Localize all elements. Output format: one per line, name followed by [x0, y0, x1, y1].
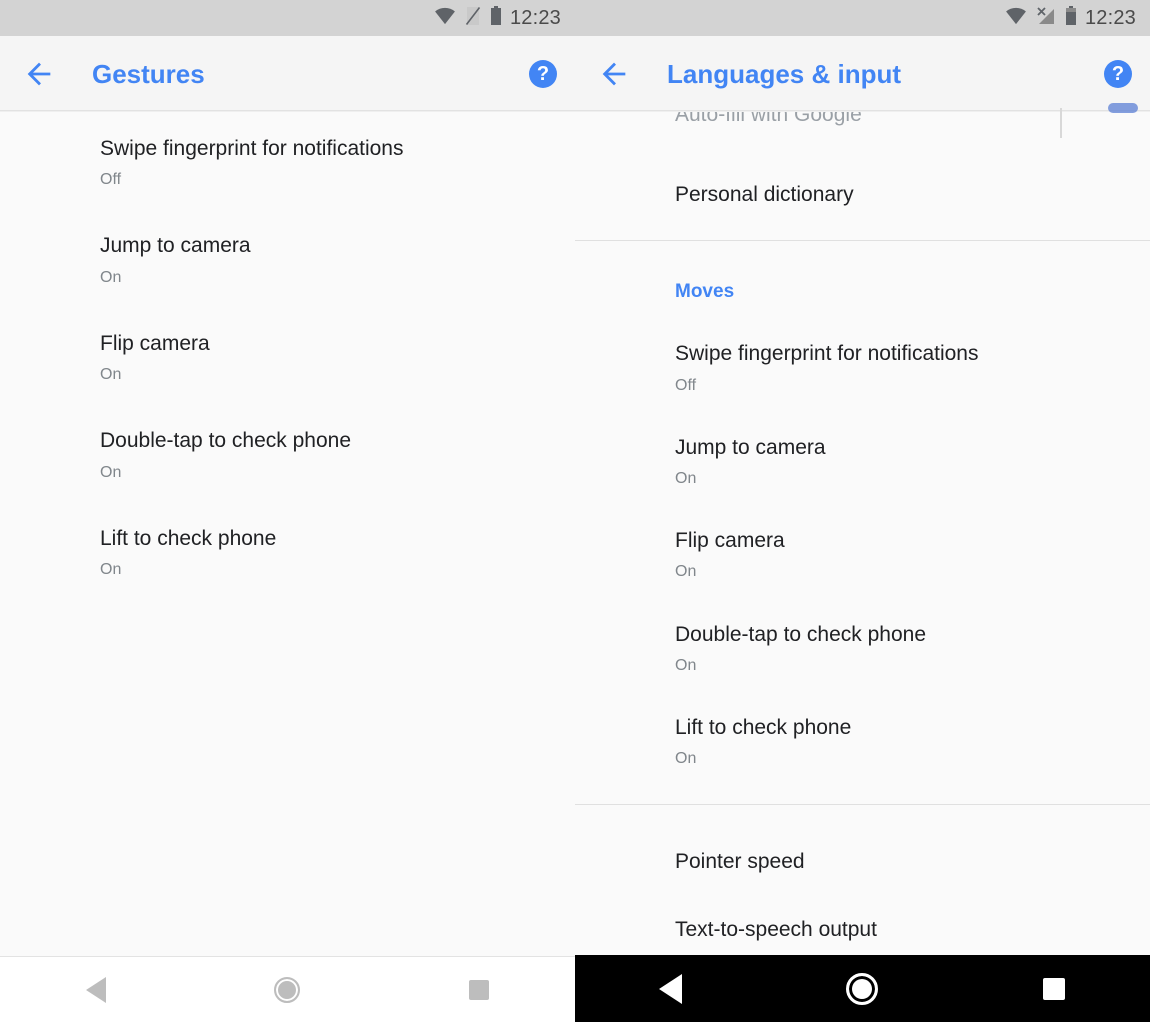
no-sim-icon — [465, 6, 481, 31]
list-item-title: Jump to camera — [675, 435, 826, 459]
list-item-autofill[interactable]: Auto-fill with Google — [575, 112, 1150, 140]
right-panel-languages-input: 12:23 Languages & input ? Auto-fill with… — [575, 0, 1150, 1022]
section-heading-moves: Moves — [675, 281, 735, 303]
list-item-state: On — [675, 563, 697, 581]
recents-square-icon[interactable] — [449, 970, 509, 1010]
list-item[interactable]: Flip camera On — [0, 331, 575, 384]
row-gap — [575, 140, 1150, 182]
list-item-state: On — [100, 463, 122, 481]
list-item-state: On — [100, 366, 122, 384]
row-gap — [0, 482, 575, 526]
list-item[interactable]: Pointer speed — [575, 849, 1150, 875]
list-item[interactable]: Personal dictionary — [575, 182, 1150, 208]
left-panel-gestures: 12:23 Gestures ? Swipe fingerprint for n… — [0, 0, 575, 1022]
left-toolbar: Gestures ? — [0, 36, 575, 112]
list-item[interactable]: Jump to camera On — [0, 233, 575, 286]
row-gap — [575, 303, 1150, 341]
list-item-title: Lift to check phone — [100, 526, 277, 550]
right-settings-list: Auto-fill with Google Personal dictionar… — [575, 112, 1150, 955]
list-item-title: Swipe fingerprint for notifications — [100, 137, 404, 160]
dual-screenshot-container: 12:23 Gestures ? Swipe fingerprint for n… — [0, 0, 1150, 1022]
row-gap — [575, 395, 1150, 435]
list-item-title: Flip camera — [675, 529, 785, 553]
back-triangle-icon[interactable] — [641, 969, 701, 1009]
help-icon[interactable]: ? — [1104, 60, 1132, 88]
row-gap — [575, 208, 1150, 240]
left-status-bar: 12:23 — [0, 0, 575, 36]
list-item-state: On — [100, 268, 122, 286]
list-item-state: On — [675, 750, 697, 768]
list-item[interactable]: Swipe fingerprint for notifications Off — [0, 136, 575, 189]
row-gap — [575, 876, 1150, 917]
list-item-state: On — [100, 561, 122, 578]
left-navigation-bar — [0, 956, 575, 1022]
back-arrow-icon[interactable] — [22, 57, 56, 91]
row-gap — [0, 384, 575, 428]
list-item-title: Flip camera — [100, 331, 210, 355]
left-status-time: 12:23 — [509, 6, 561, 29]
right-status-bar: 12:23 — [575, 0, 1150, 36]
no-signal-x-icon — [1036, 6, 1056, 31]
list-item[interactable]: Jump to camera On — [575, 435, 1150, 488]
row-gap — [575, 582, 1150, 622]
row-gap — [575, 675, 1150, 715]
right-navigation-bar — [575, 955, 1150, 1022]
list-item[interactable]: Flip camera On — [575, 528, 1150, 581]
list-item[interactable]: Double-tap to check phone On — [0, 428, 575, 481]
home-circle-icon[interactable] — [832, 969, 892, 1009]
row-gap — [0, 287, 575, 331]
battery-icon — [490, 5, 502, 31]
list-item-title: Jump to camera — [100, 234, 251, 258]
right-status-icons — [1005, 5, 1077, 31]
list-item-title: Swipe fingerprint for notifications — [675, 342, 979, 366]
list-item[interactable]: Lift to check phone On — [0, 526, 575, 579]
list-item-title: Text-to-speech output — [675, 917, 877, 941]
list-item-state: Off — [100, 171, 122, 189]
list-item-title: Auto-fill with Google — [675, 112, 862, 126]
list-item-title: Pointer speed — [675, 850, 805, 874]
row-gap — [0, 189, 575, 233]
row-gap — [575, 241, 1150, 281]
home-circle-icon[interactable] — [257, 970, 317, 1010]
right-toolbar: Languages & input ? — [575, 36, 1150, 112]
list-item-title: Lift to check phone — [675, 716, 852, 739]
list-item-title: Personal dictionary — [675, 183, 854, 206]
autofill-toggle-switch[interactable] — [1108, 103, 1138, 113]
list-item-state: On — [675, 656, 697, 674]
page-title: Gestures — [92, 58, 205, 89]
page-title: Languages & input — [667, 58, 901, 89]
right-status-time: 12:23 — [1084, 6, 1136, 29]
left-status-icons — [434, 5, 502, 31]
list-item[interactable]: Lift to check phone On — [575, 715, 1150, 768]
left-settings-list: Swipe fingerprint for notifications Off … — [0, 112, 575, 956]
back-arrow-icon[interactable] — [597, 57, 631, 91]
list-item[interactable]: Swipe fingerprint for notifications Off — [575, 341, 1150, 394]
battery-icon — [1065, 5, 1077, 31]
list-item-state: On — [675, 469, 697, 487]
back-triangle-icon[interactable] — [66, 970, 126, 1010]
list-item-title: Double-tap to check phone — [100, 429, 352, 453]
recents-square-icon[interactable] — [1024, 969, 1084, 1009]
help-icon[interactable]: ? — [529, 60, 557, 88]
row-gap — [575, 488, 1150, 528]
wifi-icon — [1005, 7, 1027, 30]
row-gap — [575, 768, 1150, 804]
list-item[interactable]: Double-tap to check phone On — [575, 622, 1150, 675]
autofill-vertical-divider — [1060, 108, 1062, 138]
list-item-state: Off — [675, 376, 697, 394]
wifi-icon — [434, 7, 456, 30]
list-item-title: Double-tap to check phone — [675, 622, 927, 646]
list-item[interactable]: Text-to-speech output — [575, 917, 1150, 943]
row-gap — [575, 805, 1150, 849]
